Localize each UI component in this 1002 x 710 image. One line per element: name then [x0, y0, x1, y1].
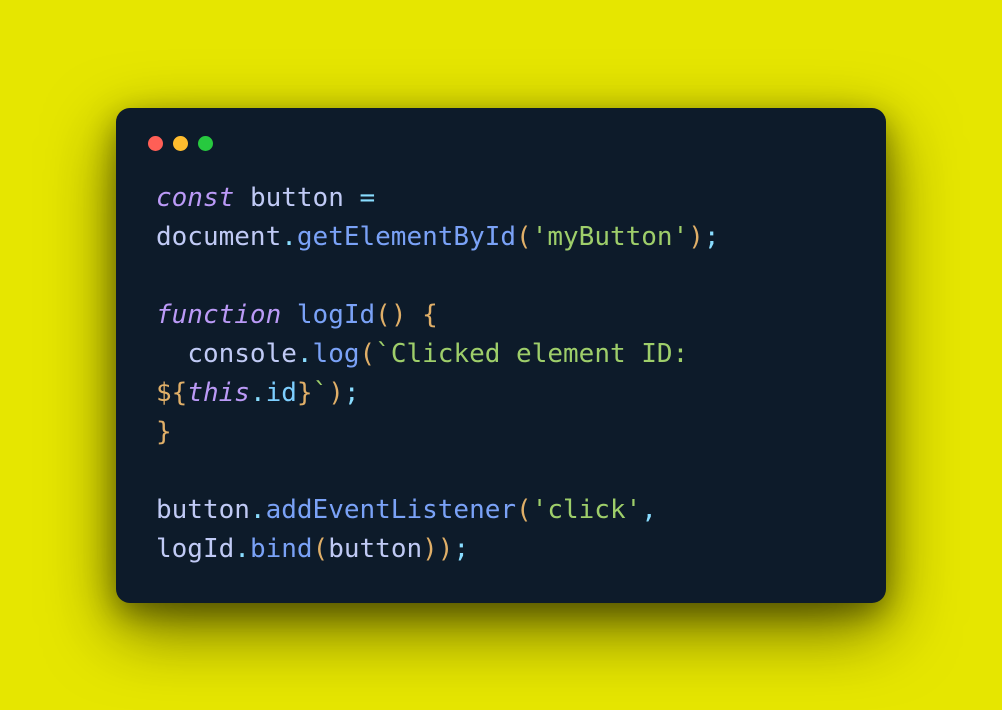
func-log: log — [313, 339, 360, 369]
paren-close: ) — [328, 378, 344, 408]
dot: . — [297, 339, 313, 369]
semicolon: ; — [453, 534, 469, 564]
backtick: ` — [313, 378, 329, 408]
ident-console: console — [187, 339, 297, 369]
semicolon: ; — [344, 378, 360, 408]
comma: , — [641, 495, 657, 525]
indent — [156, 339, 187, 369]
paren-close: ) — [438, 534, 454, 564]
paren-open: ( — [516, 222, 532, 252]
paren-close: ) — [391, 300, 407, 330]
interp-open: ${ — [156, 378, 187, 408]
operator-eq: = — [344, 183, 375, 213]
dot: . — [250, 495, 266, 525]
ident-button: button — [250, 183, 344, 213]
minimize-icon[interactable] — [173, 136, 188, 151]
traffic-lights — [144, 132, 858, 151]
paren-open: ( — [360, 339, 376, 369]
ident-logId: logId — [156, 534, 234, 564]
brace-close: } — [156, 417, 172, 447]
space — [234, 183, 250, 213]
code-block: const button = document.getElementById('… — [144, 179, 858, 569]
backtick: ` — [375, 339, 391, 369]
paren-close: ) — [688, 222, 704, 252]
ident-button: button — [156, 495, 250, 525]
func-getElementById: getElementById — [297, 222, 516, 252]
close-icon[interactable] — [148, 136, 163, 151]
keyword-function: function — [156, 300, 281, 330]
keyword-this: this — [187, 378, 250, 408]
maximize-icon[interactable] — [198, 136, 213, 151]
interp-close: } — [297, 378, 313, 408]
ident-button: button — [328, 534, 422, 564]
func-bind: bind — [250, 534, 313, 564]
dot: . — [281, 222, 297, 252]
space — [281, 300, 297, 330]
string-myButton: 'myButton' — [532, 222, 689, 252]
brace-open: { — [406, 300, 437, 330]
ident-document: document — [156, 222, 281, 252]
paren-close: ) — [422, 534, 438, 564]
paren-open: ( — [516, 495, 532, 525]
code-window: const button = document.getElementById('… — [116, 108, 886, 603]
template-text: Clicked element ID: — [391, 339, 704, 369]
paren-open: ( — [313, 534, 329, 564]
dot: . — [250, 378, 266, 408]
semicolon: ; — [704, 222, 720, 252]
func-logId: logId — [297, 300, 375, 330]
string-click: 'click' — [532, 495, 642, 525]
prop-id: id — [266, 378, 297, 408]
func-addEventListener: addEventListener — [266, 495, 516, 525]
paren-open: ( — [375, 300, 391, 330]
keyword-const: const — [156, 183, 234, 213]
dot: . — [234, 534, 250, 564]
